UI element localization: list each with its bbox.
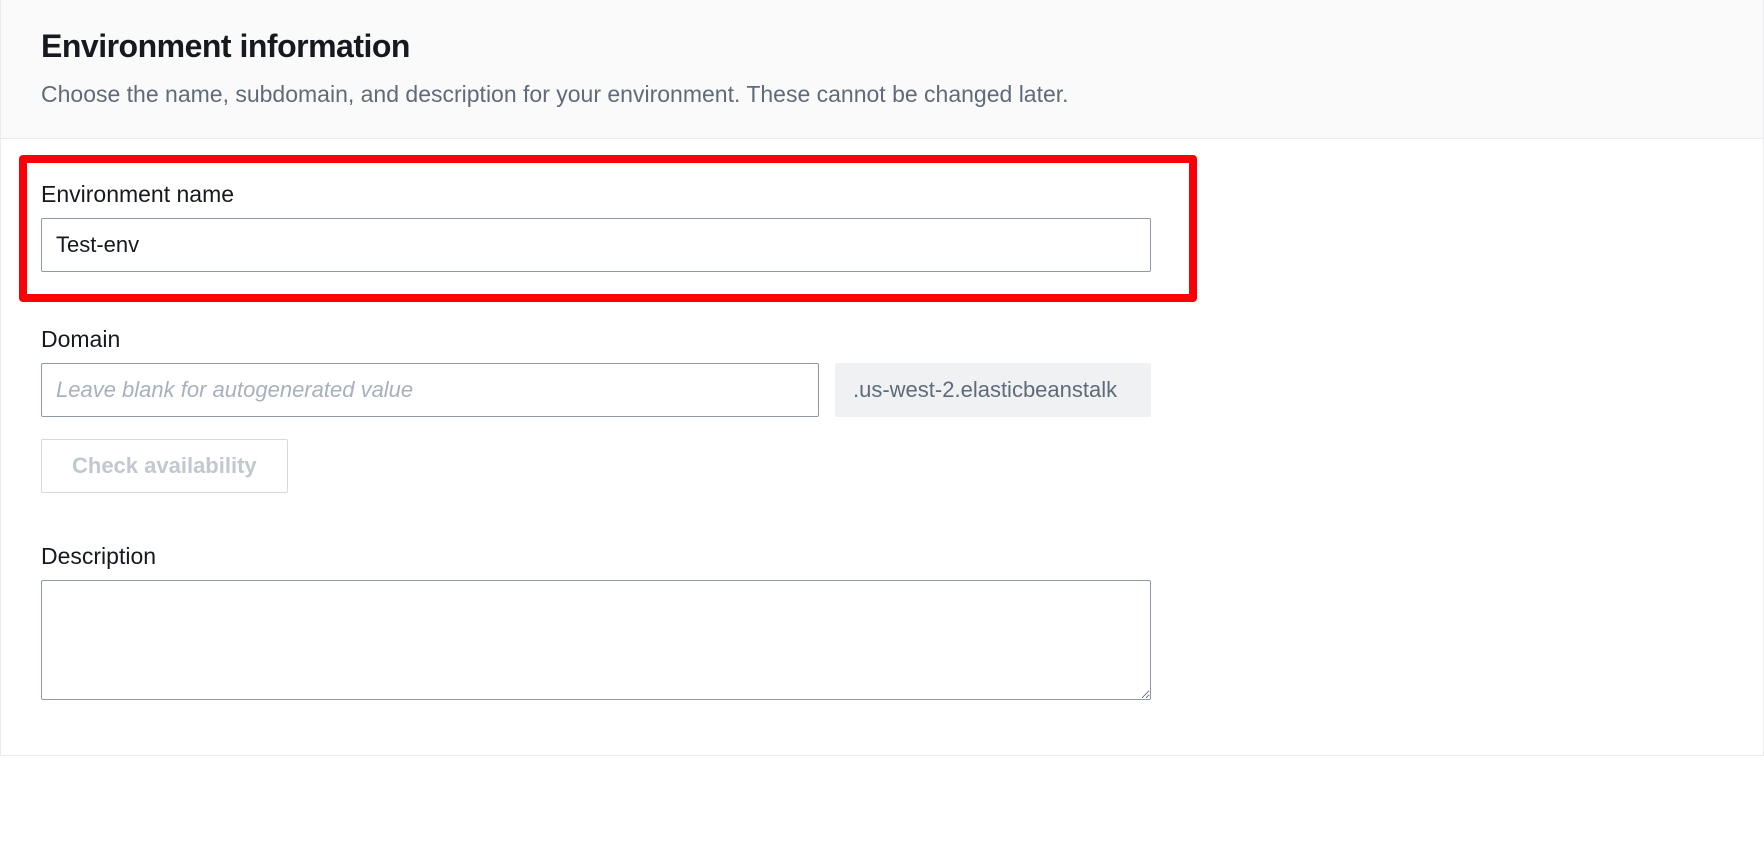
panel-description: Choose the name, subdomain, and descript…	[41, 81, 1723, 108]
panel-body: Environment name Domain .us-west-2.elast…	[1, 155, 1763, 755]
environment-info-panel: Environment information Choose the name,…	[0, 0, 1764, 756]
description-textarea[interactable]	[41, 580, 1151, 700]
panel-title: Environment information	[41, 28, 1723, 65]
domain-label: Domain	[41, 326, 1723, 353]
environment-name-input[interactable]	[41, 218, 1151, 272]
domain-field-group: Domain .us-west-2.elasticbeanstalk Check…	[41, 326, 1723, 493]
environment-name-label: Environment name	[41, 181, 1175, 208]
check-availability-button[interactable]: Check availability	[41, 439, 288, 493]
description-label: Description	[41, 543, 1723, 570]
description-field-group: Description	[41, 543, 1723, 705]
domain-input[interactable]	[41, 363, 819, 417]
domain-suffix: .us-west-2.elasticbeanstalk	[835, 363, 1151, 417]
domain-row: .us-west-2.elasticbeanstalk	[41, 363, 1151, 417]
environment-name-highlight: Environment name	[19, 155, 1197, 302]
panel-header: Environment information Choose the name,…	[1, 0, 1763, 139]
